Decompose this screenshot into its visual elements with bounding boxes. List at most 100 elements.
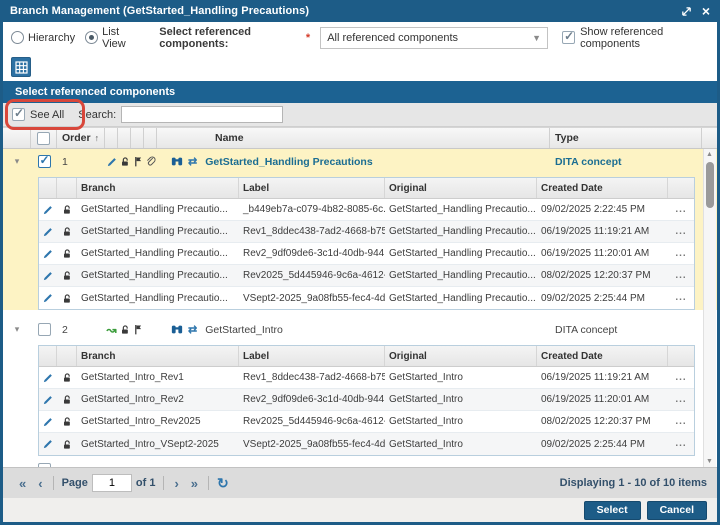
row-menu-icon[interactable]: ... <box>675 229 686 235</box>
unlock-icon[interactable] <box>57 199 77 220</box>
original-column-header[interactable]: Original <box>385 178 537 198</box>
branch-original: GetStarted_Intro <box>385 433 537 455</box>
edit-pencil-icon[interactable] <box>39 287 57 309</box>
select-all-column-header[interactable] <box>31 128 57 148</box>
paperclip-icon[interactable] <box>144 149 157 174</box>
created-date-column-header[interactable]: Created Date <box>537 178 668 198</box>
search-input[interactable] <box>121 106 283 123</box>
maximize-icon[interactable] <box>681 6 692 17</box>
row-menu-icon[interactable]: ... <box>675 207 686 213</box>
row-checkbox[interactable] <box>38 155 51 168</box>
collapse-expander-icon[interactable]: ▾ <box>15 156 20 167</box>
binoculars-icon[interactable] <box>171 324 183 335</box>
branch-column-header[interactable]: Branch <box>77 178 239 198</box>
branch-label: Rev2_9df09de6-3c1d-40db-944... <box>239 389 385 410</box>
show-referenced-checkbox[interactable] <box>562 31 575 44</box>
edit-pencil-icon[interactable] <box>39 265 57 286</box>
branch-row[interactable]: GetStarted_Handling Precautio... Rev2025… <box>39 265 694 287</box>
row-menu-icon[interactable]: ... <box>675 251 686 257</box>
table-grid-icon <box>15 61 28 74</box>
first-page-button[interactable]: « <box>13 476 32 491</box>
unlock-icon[interactable] <box>57 287 77 309</box>
expander-column-header <box>3 128 31 148</box>
row-menu-icon[interactable]: ... <box>675 273 686 279</box>
unlock-icon[interactable] <box>57 411 77 432</box>
edit-pencil-icon[interactable] <box>39 367 57 388</box>
scroll-down-icon[interactable]: ▼ <box>706 458 713 465</box>
branch-row[interactable]: GetStarted_Intro_VSept2-2025 VSept2-2025… <box>39 433 694 455</box>
edit-pencil-icon[interactable] <box>39 243 57 264</box>
edit-pencil-icon[interactable] <box>39 199 57 220</box>
branch-row[interactable]: GetStarted_Handling Precautio... _b449eb… <box>39 199 694 221</box>
table-grid-button[interactable] <box>11 57 31 77</box>
branch-row[interactable]: GetStarted_Handling Precautio... VSept2-… <box>39 287 694 309</box>
list-view-radio[interactable] <box>85 31 98 44</box>
unlock-icon[interactable] <box>57 265 77 286</box>
branch-row[interactable]: GetStarted_Handling Precautio... Rev1_8d… <box>39 221 694 243</box>
type-column-header[interactable]: Type <box>550 128 702 148</box>
unlock-icon[interactable] <box>57 221 77 242</box>
group-row[interactable]: ▾ 2 ↝ ⇄ GetStarted_Intro DI <box>3 317 717 342</box>
prev-page-button[interactable]: ‹ <box>32 476 48 491</box>
component-name[interactable]: GetStarted_Intro <box>205 324 283 336</box>
label-column-header[interactable]: Label <box>239 178 385 198</box>
unlock-icon[interactable] <box>57 433 77 455</box>
cancel-button[interactable]: Cancel <box>647 501 707 520</box>
release-flag-icon[interactable] <box>131 317 144 342</box>
referenced-components-dropdown[interactable]: All referenced components ▼ <box>320 27 548 49</box>
branch-row[interactable]: GetStarted_Intro_Rev1 Rev1_8ddec438-7ad2… <box>39 367 694 389</box>
edit-pencil-icon[interactable] <box>39 411 57 432</box>
list-view-radio-label: List View <box>102 26 141 50</box>
pager-bar: « ‹ Page of 1 › » ↻ Displaying 1 - 10 of… <box>3 467 717 498</box>
row-menu-icon[interactable]: ... <box>675 295 686 301</box>
name-column-header[interactable]: Name <box>157 128 550 148</box>
branch-original: GetStarted_Handling Precautio... <box>385 265 537 286</box>
reuse-loop-icon[interactable]: ⇄ <box>188 323 197 336</box>
scrollbar-thumb[interactable] <box>706 162 714 208</box>
unlock-icon[interactable] <box>57 367 77 388</box>
refresh-icon[interactable]: ↻ <box>213 475 233 492</box>
hierarchy-radio[interactable] <box>11 31 24 44</box>
branch-row[interactable]: GetStarted_Handling Precautio... Rev2_9d… <box>39 243 694 265</box>
edit-pencil-icon[interactable] <box>39 433 57 455</box>
close-icon[interactable]: × <box>702 6 710 17</box>
group-row[interactable]: ▾ 1 ⇄ <box>3 149 717 174</box>
edit-pencil-icon[interactable] <box>39 221 57 242</box>
dialog-footer: Select Cancel <box>3 498 717 522</box>
component-name-link[interactable]: GetStarted_Handling Precautions <box>205 156 372 168</box>
select-button[interactable]: Select <box>584 501 641 520</box>
row-menu-icon[interactable]: ... <box>675 441 686 447</box>
branches-table-header: Branch Label Original Created Date <box>39 178 694 199</box>
page-number-input[interactable] <box>92 474 132 492</box>
binoculars-icon[interactable] <box>171 156 183 167</box>
row-menu-icon[interactable]: ... <box>675 419 686 425</box>
collapse-expander-icon[interactable]: ▾ <box>15 324 20 335</box>
row-menu-icon[interactable]: ... <box>675 375 686 381</box>
original-column-header[interactable]: Original <box>385 346 537 366</box>
last-page-button[interactable]: » <box>185 476 204 491</box>
order-column-header[interactable]: Order ↑ <box>57 128 105 148</box>
row-menu-icon[interactable]: ... <box>675 397 686 403</box>
label-column-header[interactable]: Label <box>239 346 385 366</box>
reuse-loop-icon[interactable]: ⇄ <box>188 155 197 168</box>
unlock-icon[interactable] <box>57 389 77 410</box>
unlock-icon[interactable] <box>118 317 131 342</box>
select-all-checkbox[interactable] <box>37 132 50 145</box>
chevron-down-icon: ▼ <box>532 33 541 43</box>
scroll-up-icon[interactable]: ▲ <box>706 151 713 158</box>
edit-pencil-icon[interactable] <box>105 149 118 174</box>
edit-pencil-icon[interactable] <box>39 389 57 410</box>
release-flag-icon[interactable] <box>131 149 144 174</box>
created-date-column-header[interactable]: Created Date <box>537 346 668 366</box>
unlock-icon[interactable] <box>118 149 131 174</box>
next-page-button[interactable]: › <box>168 476 184 491</box>
branch-original: GetStarted_Handling Precautio... <box>385 287 537 309</box>
row-checkbox[interactable] <box>38 323 51 336</box>
branch-row[interactable]: GetStarted_Intro_Rev2025 Rev2025_5d44594… <box>39 411 694 433</box>
branch-label: Rev2_9df09de6-3c1d-40db-944... <box>239 243 385 264</box>
unlock-icon[interactable] <box>57 243 77 264</box>
see-all-checkbox[interactable] <box>12 108 25 121</box>
branch-row[interactable]: GetStarted_Intro_Rev2 Rev2_9df09de6-3c1d… <box>39 389 694 411</box>
branch-column-header[interactable]: Branch <box>77 346 239 366</box>
vertical-scrollbar[interactable]: ▲ ▼ <box>703 149 716 467</box>
